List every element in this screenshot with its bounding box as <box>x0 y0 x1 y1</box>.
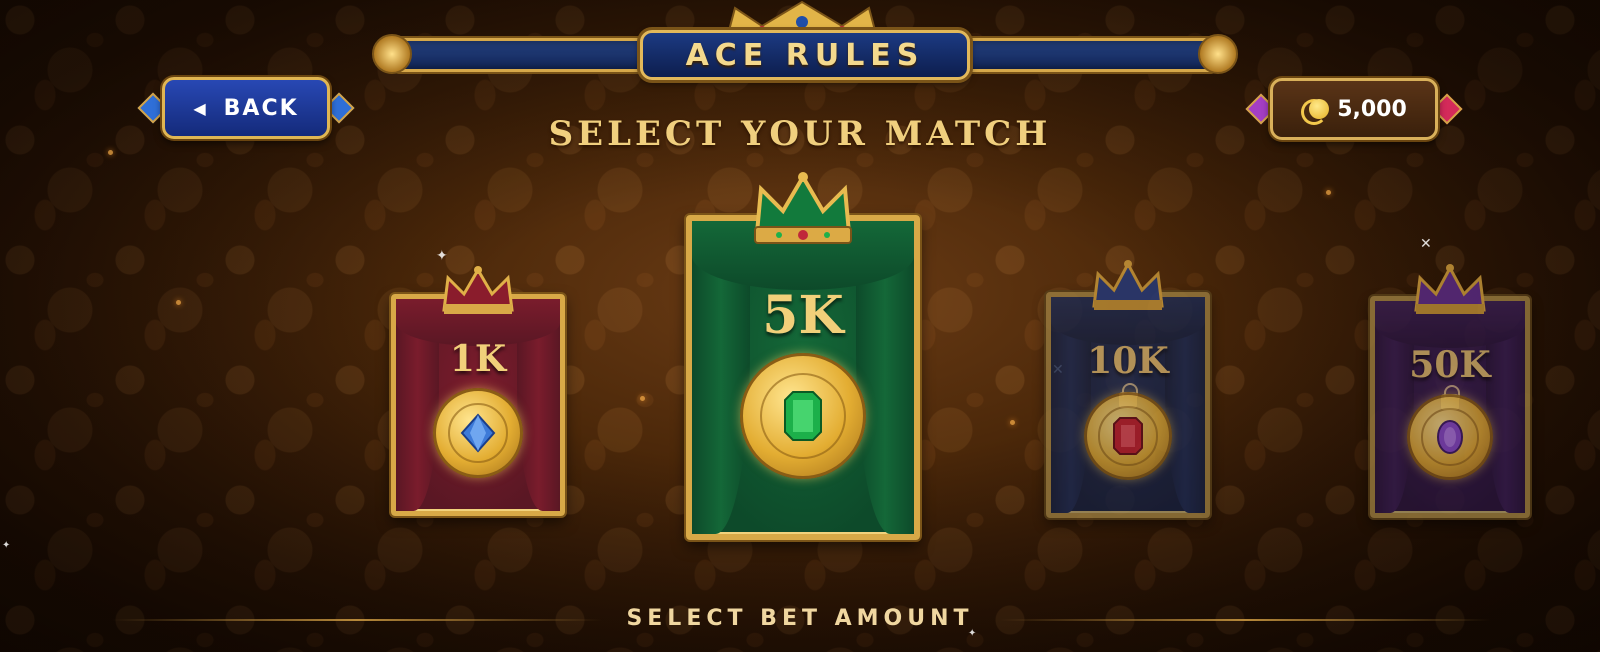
bet-amount: 1K <box>449 338 507 380</box>
bet-amount: 50K <box>1409 344 1491 386</box>
game-title: ACE RULES <box>685 37 925 73</box>
match-card-10k[interactable]: 10K <box>1046 260 1210 518</box>
sparkle-icon: ✦ <box>436 248 448 264</box>
crown-icon <box>754 172 852 244</box>
sparkle-icon: ✦ <box>2 540 11 551</box>
emerald-icon <box>784 391 822 441</box>
gold-coin-icon <box>433 388 523 478</box>
ember-particle <box>1326 190 1331 195</box>
crown-icon <box>1414 264 1486 314</box>
select-match-heading: SELECT YOUR MATCH <box>548 114 1052 154</box>
ember-particle <box>1010 420 1015 425</box>
gold-coin-icon <box>1084 392 1172 480</box>
select-bet-amount-label: SELECT BET AMOUNT <box>626 606 974 631</box>
bet-amount: 10K <box>1087 340 1169 382</box>
crown-icon <box>442 266 514 314</box>
gold-coin-icon <box>740 353 866 479</box>
gold-coin-icon <box>1407 394 1493 480</box>
ruby-icon <box>1113 417 1143 455</box>
match-card-1k[interactable]: 1K <box>391 266 565 516</box>
match-card-5k[interactable]: 5K <box>686 172 920 540</box>
ember-particle <box>176 300 181 305</box>
banner-ornament-left <box>372 34 412 74</box>
title-banner: ACE RULES <box>372 0 1238 84</box>
blue-diamond-icon <box>460 413 496 453</box>
crown-icon <box>1092 260 1164 310</box>
match-card-50k[interactable]: 50K <box>1370 264 1530 518</box>
banner-ornament-right <box>1198 34 1238 74</box>
bet-amount: 5K <box>762 285 844 346</box>
amethyst-icon <box>1437 420 1463 454</box>
sparkle-icon: ✕ <box>1420 236 1432 252</box>
ember-particle <box>640 396 645 401</box>
title-plate: ACE RULES <box>640 30 970 80</box>
